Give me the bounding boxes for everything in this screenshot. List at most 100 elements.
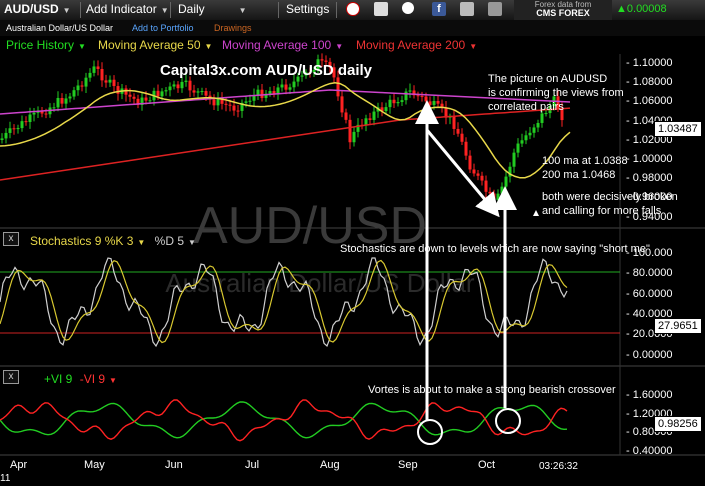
candle-body (372, 111, 376, 120)
candle-body (92, 66, 96, 73)
candle-body (188, 80, 192, 91)
month-label: Oct (478, 459, 496, 471)
candle-body (428, 101, 432, 105)
candle-body (536, 122, 540, 128)
candle-body (416, 95, 420, 97)
month-label: May (84, 459, 105, 471)
candle-body (244, 101, 248, 103)
small-triangle-icon (533, 210, 539, 216)
candle-body (268, 91, 272, 94)
candle-body (452, 116, 456, 129)
candle-body (540, 113, 544, 123)
vortex-legend[interactable]: +VI 9 -VI 9 ▼ (44, 372, 117, 388)
candle-body (52, 107, 56, 109)
year-stub: 11 (0, 473, 11, 484)
stochastics-label: Stochastics 9 %K 3 (30, 234, 134, 248)
candle-body (72, 90, 76, 97)
candle-body (100, 69, 104, 81)
candle-body (248, 100, 252, 102)
candle-body (488, 191, 492, 194)
candle-body (24, 121, 28, 123)
vi-plus-label: +VI 9 (44, 372, 73, 386)
stochastics-current-label: 27.9651 (654, 318, 702, 334)
chart-title: Capital3x.com AUD/USD daily (160, 62, 372, 79)
candle-body (396, 102, 400, 104)
candle-body (8, 128, 12, 133)
candle-body (348, 119, 352, 143)
month-label: Jun (165, 459, 183, 471)
candle-body (404, 91, 408, 101)
stochastics-note: Stochastics are down to levels which are… (340, 243, 650, 255)
candle-body (0, 138, 4, 140)
candle-body (532, 127, 536, 133)
candle-body (216, 98, 220, 106)
candle-body (496, 193, 500, 200)
candle-body (148, 100, 152, 102)
candle-body (76, 85, 80, 91)
candle-body (16, 128, 20, 130)
note-line: is confirming the views from (488, 87, 624, 99)
candle-body (352, 131, 356, 143)
candle-body (88, 72, 92, 78)
ma100-line (0, 89, 571, 115)
candle-body (284, 84, 288, 90)
candle-body (388, 99, 392, 108)
candle-body (156, 90, 160, 97)
candle-body (84, 77, 88, 87)
vortex-note: Vortes is about to make a strong bearish… (368, 384, 616, 396)
stochastics-axis-tick-label: - 80.0000 (626, 267, 673, 280)
candle-body (164, 90, 168, 92)
candle-body (128, 94, 132, 97)
note-line: 200 ma 1.0468 (542, 169, 616, 181)
close-stochastics-button[interactable]: x (3, 232, 19, 246)
candle-body (132, 96, 136, 99)
candle-body (212, 99, 216, 106)
annotation-circle-2 (495, 408, 521, 434)
candle-body (344, 112, 348, 120)
candle-body (80, 85, 84, 87)
candle-body (260, 89, 264, 98)
candle-body (232, 105, 236, 111)
ma200-line (0, 107, 571, 181)
annotation-arrow-down (425, 129, 500, 218)
candle-body (492, 193, 496, 200)
candle-body (176, 84, 180, 89)
candle-body (180, 81, 184, 89)
candle-body (172, 84, 176, 87)
candle-body (32, 112, 36, 115)
candle-body (68, 96, 72, 99)
chevron-down-icon: ▼ (188, 238, 196, 247)
annotation-circle-1 (417, 419, 443, 445)
candle-body (456, 128, 460, 134)
candle-body (292, 81, 296, 88)
candle-body (4, 132, 8, 139)
candle-body (476, 173, 480, 176)
stochastics-legend[interactable]: Stochastics 9 %K 3 ▼ %D 5 ▼ (30, 234, 196, 250)
candle-body (196, 91, 200, 93)
note-ma-levels: 100 ma at 1.0388 200 ma 1.0468 (542, 154, 628, 182)
candle-body (384, 107, 388, 112)
note-line: The picture on AUDUSD (488, 73, 608, 85)
candle-body (96, 66, 100, 70)
candle-body (524, 135, 528, 141)
note-line: 100 ma at 1.0388 (542, 155, 628, 167)
stochastics-axis-tick-label: - 0.00000 (626, 348, 673, 361)
candle-body (400, 100, 404, 103)
vortex-axis-tick-label: - 0.40000 (626, 444, 673, 457)
candle-body (20, 121, 24, 129)
candle-body (520, 140, 524, 144)
candle-body (224, 103, 228, 105)
chevron-down-icon: ▼ (137, 238, 146, 247)
candle-body (408, 90, 412, 92)
vortex-axis-tick-label: - 1.60000 (626, 389, 673, 401)
month-label: Apr (10, 459, 28, 471)
stochastics-axis-tick-label: - 100.000 (626, 247, 673, 259)
price-axis-tick-label: - 1.08000 (626, 76, 673, 89)
candle-body (200, 91, 204, 93)
candle-body (420, 95, 424, 97)
candle-body (160, 91, 164, 97)
close-vortex-button[interactable]: x (3, 370, 19, 384)
vortex-current-label: 0.98256 (654, 416, 702, 432)
candle-body (464, 141, 468, 156)
candle-body (168, 86, 172, 91)
